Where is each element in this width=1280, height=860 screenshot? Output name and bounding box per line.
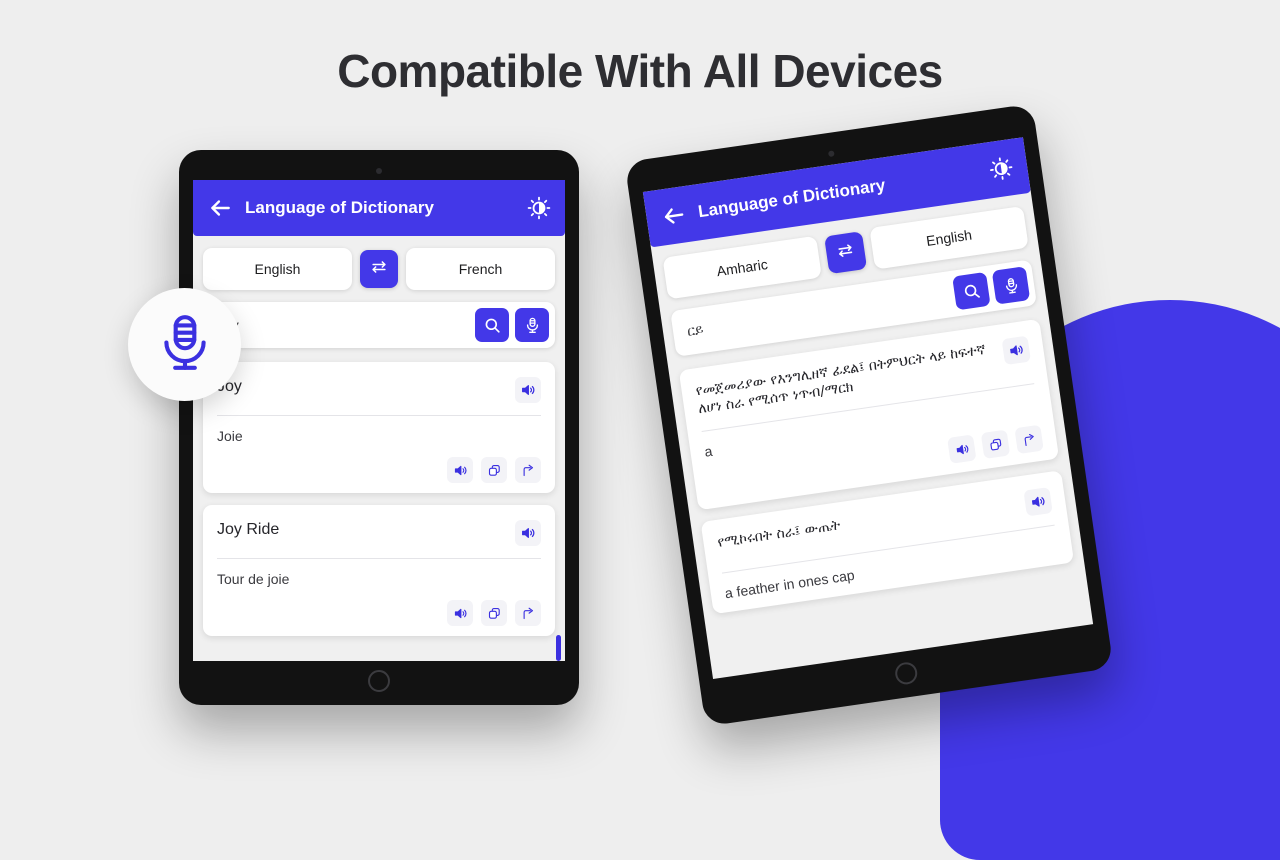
arrow-left-icon[interactable] — [659, 201, 688, 230]
search-section: Joy — [193, 296, 565, 358]
speaker-icon[interactable] — [447, 600, 473, 626]
swap-horizontal-icon — [369, 257, 389, 282]
target-language-label: English — [925, 227, 973, 249]
speaker-icon[interactable] — [515, 520, 541, 546]
speaker-icon[interactable] — [447, 457, 473, 483]
swap-horizontal-icon — [834, 239, 857, 267]
search-button[interactable] — [475, 308, 509, 342]
language-selector-row: English French — [193, 236, 565, 296]
front-camera-icon — [828, 150, 835, 157]
result-card[interactable]: Joy Ride Tour de joie — [203, 505, 555, 636]
copy-icon[interactable] — [481, 457, 507, 483]
share-icon[interactable] — [515, 457, 541, 483]
search-input[interactable]: Joy — [217, 317, 469, 333]
swap-languages-button[interactable] — [360, 250, 398, 288]
speaker-icon[interactable] — [1002, 336, 1031, 365]
share-icon[interactable] — [515, 600, 541, 626]
floating-voice-badge[interactable] — [128, 288, 241, 401]
card-divider — [217, 558, 541, 559]
source-language-label: English — [255, 261, 301, 277]
target-language-chip[interactable]: French — [406, 248, 555, 290]
scrollbar-track[interactable] — [558, 370, 563, 661]
speaker-icon[interactable] — [947, 435, 976, 464]
result-translation: Joie — [217, 427, 541, 445]
result-term: Joy Ride — [217, 519, 505, 540]
brightness-sun-icon[interactable] — [527, 196, 551, 220]
tablet-device-left: Language of Dictionary — [179, 150, 579, 705]
screen-left: Language of Dictionary — [193, 180, 565, 661]
microphone-icon — [154, 311, 216, 378]
brightness-sun-icon[interactable] — [988, 155, 1015, 182]
search-bar[interactable]: Joy — [203, 302, 555, 348]
swap-languages-button[interactable] — [824, 231, 867, 274]
screen-right: Language of Dictionary — [643, 137, 1093, 679]
share-icon[interactable] — [1014, 425, 1043, 454]
card-actions — [217, 457, 541, 483]
result-term-row: Joy — [217, 376, 541, 403]
search-button[interactable] — [952, 272, 991, 311]
card-divider — [217, 415, 541, 416]
copy-icon[interactable] — [981, 430, 1010, 459]
result-translation: Tour de joie — [217, 570, 541, 588]
results-list: Joy Joie — [193, 358, 565, 636]
home-button[interactable] — [368, 670, 390, 692]
copy-icon[interactable] — [481, 600, 507, 626]
card-actions — [217, 600, 541, 626]
result-card[interactable]: Joy Joie — [203, 362, 555, 493]
app-bar-title: Language of Dictionary — [245, 198, 527, 218]
voice-search-button[interactable] — [515, 308, 549, 342]
tablet-device-right: Language of Dictionary — [624, 104, 1113, 727]
results-list: የመጀመሪያው የእንግሊዘኛ ፊደል፤ በትምህርት ላይ ከፍተኛ ለሆነ … — [668, 313, 1084, 616]
result-term: Joy — [217, 376, 505, 397]
result-term-row: Joy Ride — [217, 519, 541, 546]
source-language-chip[interactable]: English — [203, 248, 352, 290]
front-camera-icon — [376, 168, 382, 174]
speaker-icon[interactable] — [1023, 487, 1052, 516]
source-language-label: Amharic — [716, 256, 769, 279]
scrollbar-thumb[interactable] — [556, 635, 561, 661]
arrow-left-icon[interactable] — [207, 195, 233, 221]
speaker-icon[interactable] — [515, 377, 541, 403]
voice-search-button[interactable] — [992, 266, 1031, 305]
app-bar: Language of Dictionary — [193, 180, 565, 236]
target-language-label: French — [459, 261, 503, 277]
home-button[interactable] — [894, 661, 919, 686]
page-title: Compatible With All Devices — [0, 44, 1280, 98]
